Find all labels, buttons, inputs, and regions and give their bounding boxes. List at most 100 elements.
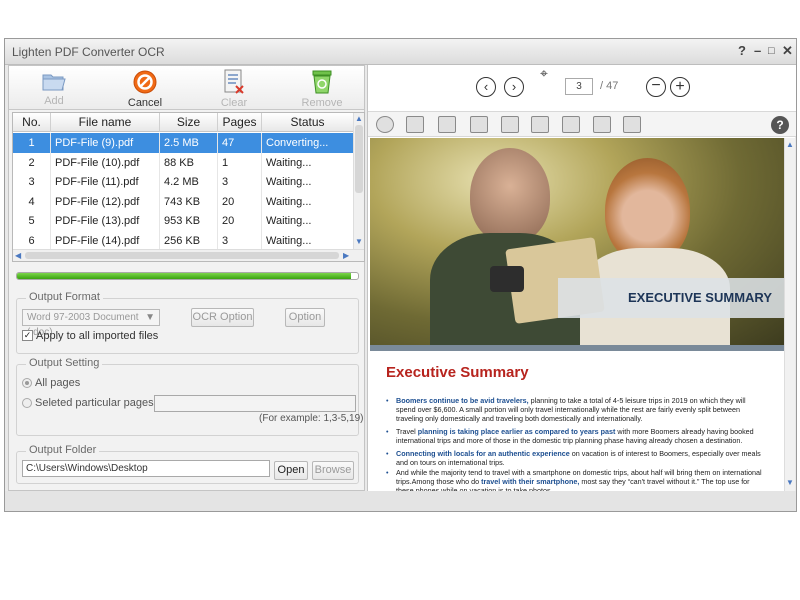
particular-pages-label: Seleted particular pages — [35, 397, 154, 409]
current-page-input[interactable]: 3 — [565, 78, 593, 95]
ocr-option-button[interactable]: OCR Option — [191, 308, 254, 327]
table-row[interactable]: 4 PDF-File (12).pdf 743 KB 20 Waiting... — [13, 191, 354, 212]
cell-no: 6 — [13, 230, 51, 251]
column-header-no[interactable]: No. — [13, 113, 51, 132]
bullet-highlight: Boomers continue to be avid travelers, — [396, 396, 529, 405]
cell-no: 1 — [13, 133, 51, 153]
title-bar: Lighten PDF Converter OCR ? – □ ✕ — [5, 39, 796, 65]
preview-scroll-up-icon[interactable]: ▲ — [786, 140, 794, 150]
browse-button[interactable]: Browse — [312, 461, 354, 480]
cell-name: PDF-File (12).pdf — [51, 191, 160, 212]
cell-pages: 47 — [218, 133, 262, 153]
cancel-icon — [133, 70, 157, 94]
table-row[interactable]: 2 PDF-File (10).pdf 88 KB 1 Waiting... — [13, 152, 354, 173]
cell-no: 3 — [13, 172, 51, 192]
bullet-highlight: Connecting with locals for an authentic … — [396, 449, 570, 458]
scroll-down-arrow-icon[interactable]: ▼ — [355, 237, 363, 247]
preview-panel: ‹ › ⌖ 3 / 47 − + ? EXECUTIVE SUMMARY Exe… — [367, 65, 796, 491]
output-setting-label: Output Setting — [26, 357, 103, 369]
cell-no: 4 — [13, 191, 51, 212]
thumbnail-grid-icon[interactable] — [406, 116, 424, 133]
remove-button[interactable]: Remove — [292, 69, 352, 109]
scroll-thumb[interactable] — [355, 125, 363, 193]
scroll-left-arrow-icon[interactable]: ◀ — [15, 251, 21, 261]
window-title: Lighten PDF Converter OCR — [12, 45, 165, 59]
cell-pages: 20 — [218, 191, 262, 212]
scroll-up-arrow-icon[interactable]: ▲ — [355, 114, 363, 124]
table-row[interactable]: 3 PDF-File (11).pdf 4.2 MB 3 Waiting... — [13, 172, 354, 192]
page-range-input[interactable] — [154, 395, 356, 412]
file-list-table[interactable]: No. File name Size Pages Status 1 PDF-Fil… — [12, 112, 365, 262]
add-button[interactable]: Add — [24, 69, 84, 109]
column-header-pages[interactable]: Pages — [218, 113, 262, 132]
file-list-horizontal-scrollbar[interactable]: ◀ ▶ — [13, 249, 364, 261]
summary-bullet: Boomers continue to be avid travelers, p… — [386, 396, 766, 423]
cell-size: 743 KB — [160, 191, 218, 212]
cell-status: Converting... — [262, 133, 354, 153]
man-face — [470, 148, 550, 243]
help-button[interactable]: ? — [738, 43, 746, 58]
next-page-icon[interactable]: › — [504, 77, 524, 97]
text-area-icon[interactable] — [501, 116, 519, 133]
zoom-out-icon[interactable]: − — [646, 77, 666, 97]
cell-name: PDF-File (14).pdf — [51, 230, 160, 251]
preview-scrollbar[interactable]: ▲ ▼ — [784, 138, 795, 491]
cancel-button[interactable]: Cancel — [115, 69, 175, 109]
output-folder-path[interactable]: C:\Users\Windows\Desktop — [22, 460, 270, 477]
clear-button[interactable]: Clear — [204, 69, 264, 109]
conversion-progress-bar — [16, 272, 359, 280]
add-label: Add — [44, 95, 64, 107]
page-area-icon[interactable] — [593, 116, 611, 133]
image-icon[interactable] — [438, 116, 456, 133]
conversion-panel: Add Cancel Clear Remove No. File name Si… — [8, 65, 365, 491]
cell-pages: 3 — [218, 230, 262, 251]
mouse-cursor-icon: ⌖ — [540, 65, 548, 81]
scroll-right-arrow-icon[interactable]: ▶ — [343, 251, 349, 261]
cell-pages: 20 — [218, 211, 262, 231]
page-navigation: ‹ › ⌖ 3 / 47 − + — [368, 65, 796, 111]
close-button[interactable]: ✕ — [782, 43, 793, 59]
open-folder-button[interactable]: Open — [274, 461, 308, 480]
column-header-status[interactable]: Status — [262, 113, 354, 132]
cell-name: PDF-File (9).pdf — [51, 133, 160, 153]
cell-status: Waiting... — [262, 211, 354, 231]
cell-name: PDF-File (11).pdf — [51, 172, 160, 192]
maximize-button[interactable]: □ — [768, 45, 775, 57]
all-pages-radio[interactable] — [22, 378, 32, 388]
view-eye-icon[interactable] — [376, 116, 394, 133]
remove-area-icon[interactable] — [470, 116, 488, 133]
table-row[interactable]: 6 PDF-File (14).pdf 256 KB 3 Waiting... — [13, 230, 354, 251]
column-header-file-name[interactable]: File name — [51, 113, 160, 132]
cover-photo: EXECUTIVE SUMMARY — [370, 138, 784, 350]
cell-size: 953 KB — [160, 211, 218, 231]
column-header-size[interactable]: Size — [160, 113, 218, 132]
bullet-text: Travel — [396, 427, 418, 436]
photo-divider — [370, 345, 784, 351]
cell-status: Waiting... — [262, 172, 354, 192]
output-folder-label: Output Folder — [26, 444, 100, 456]
output-format-select[interactable]: Word 97-2003 Document (.doc) ▼ — [22, 309, 160, 338]
app-window: Lighten PDF Converter OCR ? – □ ✕ Add Ca… — [4, 38, 797, 512]
horizontal-scroll-thumb[interactable] — [25, 252, 339, 259]
file-list-vertical-scrollbar[interactable]: ▲ ▼ — [353, 113, 364, 249]
particular-pages-radio[interactable] — [22, 398, 32, 408]
option-button[interactable]: Option — [285, 308, 325, 327]
delete-area-icon[interactable] — [562, 116, 580, 133]
table-row[interactable]: 1 PDF-File (9).pdf 2.5 MB 47 Converting... — [13, 133, 354, 153]
zoom-in-icon[interactable]: + — [670, 77, 690, 97]
apply-all-checkbox[interactable]: ✓ — [22, 330, 33, 341]
column-area-icon[interactable] — [531, 116, 549, 133]
cell-pages: 3 — [218, 172, 262, 192]
table-row[interactable]: 5 PDF-File (13).pdf 953 KB 20 Waiting... — [13, 211, 354, 231]
previous-page-icon[interactable]: ‹ — [476, 77, 496, 97]
clear-label: Clear — [220, 97, 248, 109]
cell-status: Waiting... — [262, 191, 354, 212]
apply-all-label: Apply to all imported files — [36, 330, 159, 342]
help-icon[interactable]: ? — [771, 116, 789, 134]
table-area-icon[interactable] — [623, 116, 641, 133]
minimize-button[interactable]: – — [754, 43, 761, 58]
cell-status: Waiting... — [262, 152, 354, 173]
add-folder-icon — [42, 74, 66, 91]
preview-scroll-down-icon[interactable]: ▼ — [786, 478, 794, 488]
progress-fill — [17, 273, 352, 279]
